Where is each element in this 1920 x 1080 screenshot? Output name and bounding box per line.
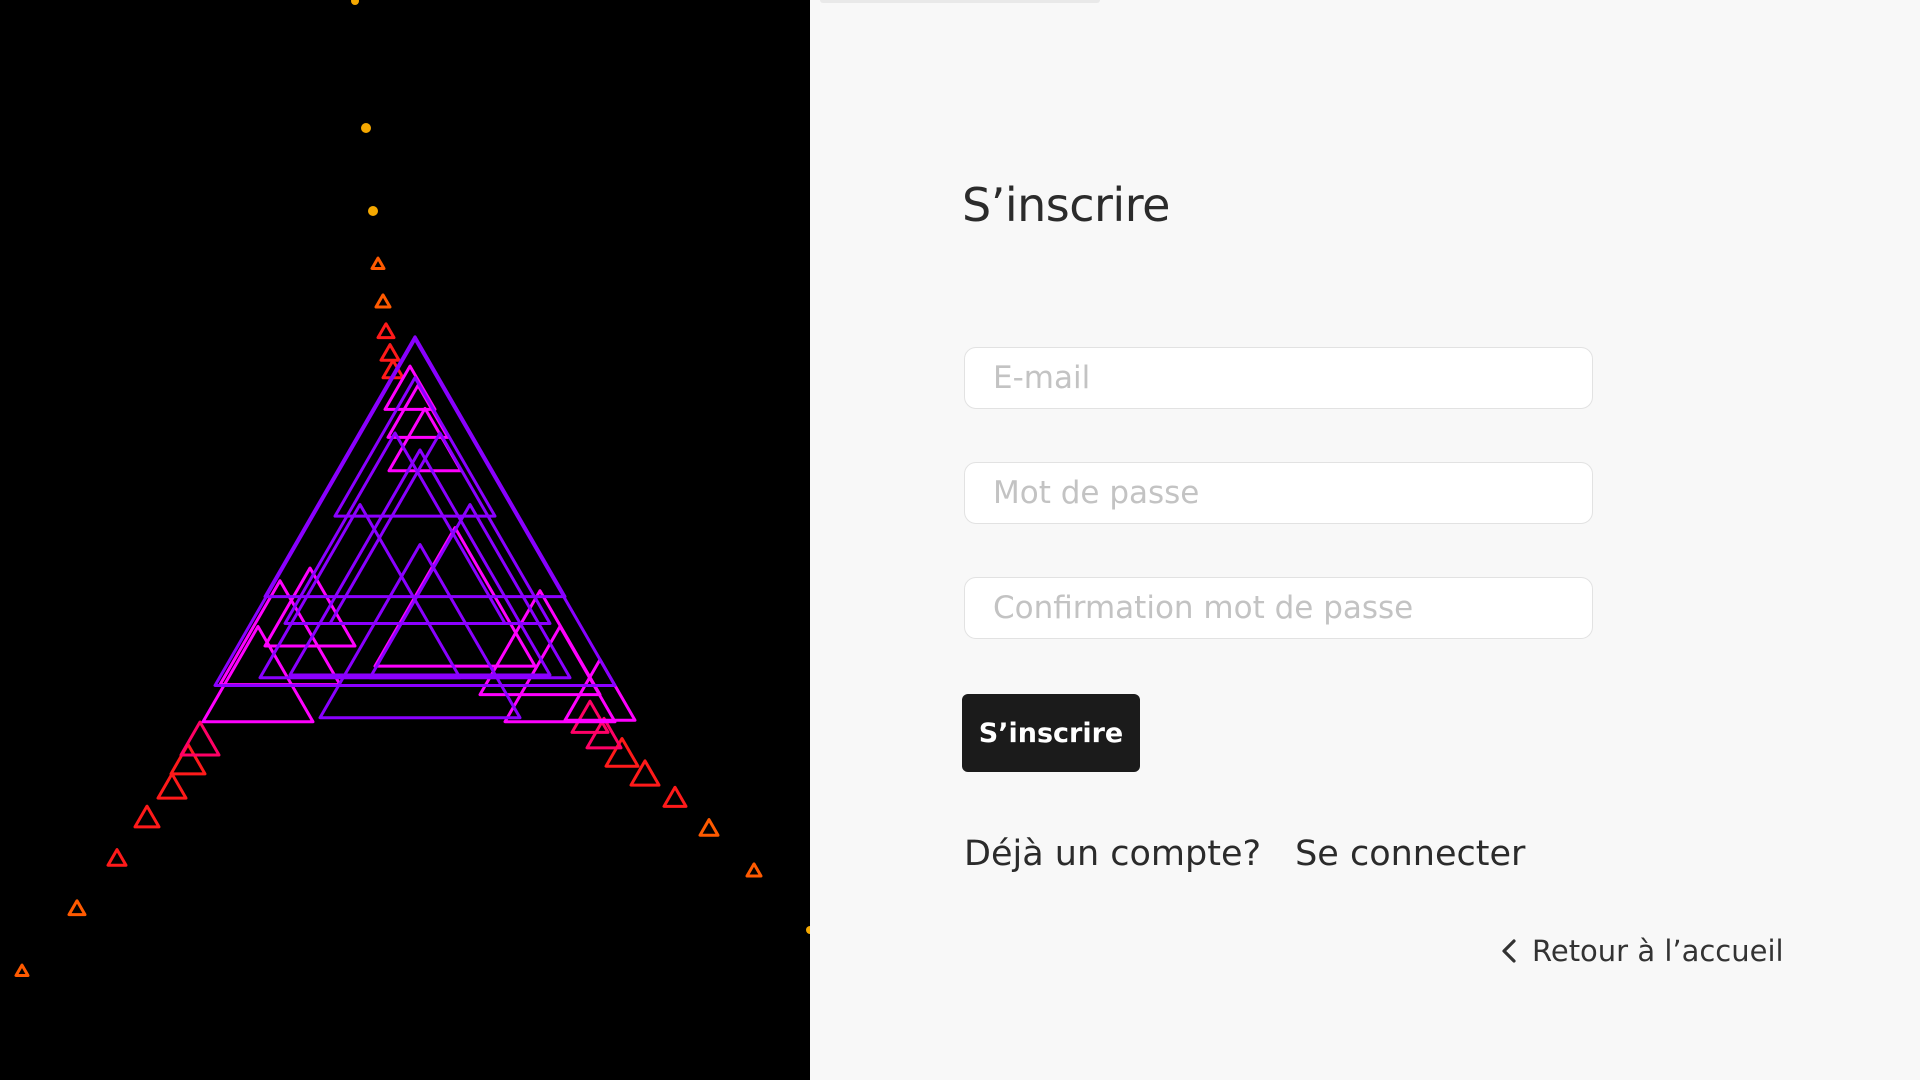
art-dot [368, 206, 378, 216]
art-triangle [629, 759, 661, 787]
art-triangle [14, 963, 30, 977]
triangle-pattern-art [14, 0, 810, 977]
confirm-password-field[interactable] [964, 577, 1593, 639]
has-account-text: Déjà un compte? [964, 834, 1262, 874]
art-triangle [698, 818, 720, 837]
art-triangle [169, 742, 207, 776]
decorative-art-panel [0, 0, 810, 1080]
art-triangle [604, 737, 640, 768]
art-triangle [662, 785, 688, 808]
art-dot [361, 123, 371, 133]
chevron-left-icon [1502, 939, 1516, 963]
art-triangle [563, 658, 637, 722]
art-triangle [106, 848, 128, 867]
art-triangle [570, 699, 610, 734]
login-prompt: Déjà un compte? Se connecter [964, 834, 1525, 874]
art-triangle [370, 256, 386, 270]
art-triangle [374, 293, 392, 309]
art-dot [351, 0, 359, 5]
email-field[interactable] [964, 347, 1593, 409]
art-triangle [745, 862, 763, 878]
art-triangle [328, 431, 552, 626]
art-triangle [376, 322, 396, 340]
art-triangle [156, 772, 188, 800]
login-link[interactable]: Se connecter [1295, 834, 1525, 874]
signup-form: S’inscrire S’inscrire Déjà un compte? Se … [962, 0, 1784, 1080]
art-triangle [179, 720, 221, 757]
art-triangle [258, 503, 462, 680]
art-triangle [379, 343, 401, 362]
art-dot [806, 926, 810, 934]
back-label: Retour à l’accueil [1532, 934, 1784, 968]
art-triangle [133, 804, 161, 829]
back-to-home-link[interactable]: Retour à l’accueil [1500, 934, 1784, 968]
password-field[interactable] [964, 462, 1593, 524]
signup-button[interactable]: S’inscrire [962, 694, 1140, 772]
art-triangle [67, 899, 87, 917]
page-title: S’inscrire [962, 178, 1170, 232]
